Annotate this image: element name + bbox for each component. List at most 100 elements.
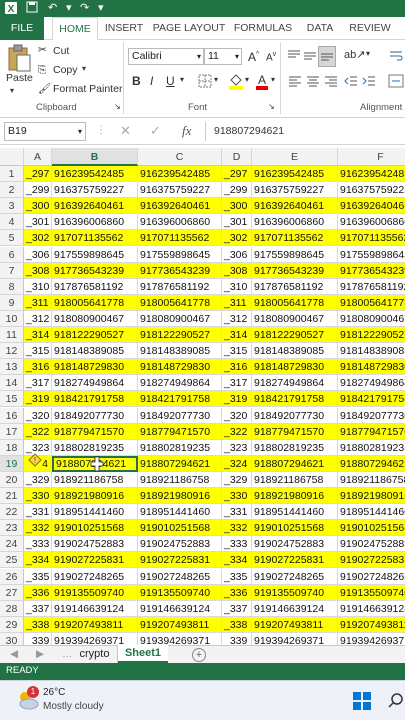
cell-e28[interactable]: 919146639124 bbox=[252, 601, 338, 617]
cell-b14[interactable]: 918274949864 bbox=[52, 375, 138, 391]
cell-f3[interactable]: 916392640461 bbox=[338, 198, 405, 214]
tab-review[interactable]: REVIEW bbox=[346, 17, 394, 40]
cell-e24[interactable]: 919024752883 bbox=[252, 536, 338, 552]
cell-f5[interactable]: 917071135562 bbox=[338, 230, 405, 246]
column-header-e[interactable]: E bbox=[252, 148, 338, 166]
cell-f10[interactable]: 918080900467 bbox=[338, 311, 405, 327]
cell-e10[interactable]: 918080900467 bbox=[252, 311, 338, 327]
fill-color-dropdown-icon[interactable]: ▾ bbox=[245, 75, 249, 84]
cell-a29[interactable]: _338 bbox=[24, 617, 52, 633]
cell-f14[interactable]: 918274949864 bbox=[338, 375, 405, 391]
row-header[interactable]: 15 bbox=[0, 391, 24, 407]
search-icon[interactable] bbox=[388, 691, 404, 714]
cell-b21[interactable]: 918921980916 bbox=[52, 488, 138, 504]
increase-indent-icon[interactable] bbox=[362, 74, 376, 91]
cell-a9[interactable]: _311 bbox=[24, 295, 52, 311]
cell-b29[interactable]: 919207493811 bbox=[52, 617, 138, 633]
cell-a5[interactable]: _302 bbox=[24, 230, 52, 246]
cell-e9[interactable]: 918005641778 bbox=[252, 295, 338, 311]
cell-b25[interactable]: 919027225831 bbox=[52, 552, 138, 568]
tab-insert[interactable]: INSERT bbox=[102, 17, 146, 40]
cell-a11[interactable]: _314 bbox=[24, 327, 52, 343]
cell-a28[interactable]: _337 bbox=[24, 601, 52, 617]
cell-e29[interactable]: 919207493811 bbox=[252, 617, 338, 633]
cell-e4[interactable]: 916396006860 bbox=[252, 214, 338, 230]
weather-desc[interactable]: Mostly cloudy bbox=[43, 701, 104, 712]
select-all-corner[interactable] bbox=[0, 148, 24, 166]
align-top-icon[interactable] bbox=[286, 48, 302, 67]
cell-d11[interactable]: _314 bbox=[222, 327, 252, 343]
italic-button[interactable]: I bbox=[150, 74, 153, 88]
row-header[interactable]: 14 bbox=[0, 375, 24, 391]
copy-button[interactable]: Copy bbox=[53, 64, 78, 76]
cell-e21[interactable]: 918921980916 bbox=[252, 488, 338, 504]
cell-d18[interactable]: _323 bbox=[222, 440, 252, 456]
insert-function-button[interactable]: fx bbox=[182, 123, 191, 139]
row-header[interactable]: 22 bbox=[0, 504, 24, 520]
column-header-b[interactable]: B bbox=[52, 148, 138, 166]
cell-a4[interactable]: _301 bbox=[24, 214, 52, 230]
cell-e8[interactable]: 917876581192 bbox=[252, 279, 338, 295]
cell-b3[interactable]: 916392640461 bbox=[52, 198, 138, 214]
cell-a23[interactable]: _332 bbox=[24, 520, 52, 536]
cell-f21[interactable]: 918921980916 bbox=[338, 488, 405, 504]
row-header[interactable]: 5 bbox=[0, 230, 24, 246]
cell-b15[interactable]: 918421791758 bbox=[52, 391, 138, 407]
cell-b13[interactable]: 918148729830 bbox=[52, 359, 138, 375]
cell-e25[interactable]: 919027225831 bbox=[252, 552, 338, 568]
cell-b24[interactable]: 919024752883 bbox=[52, 536, 138, 552]
cell-d20[interactable]: _329 bbox=[222, 472, 252, 488]
cell-f13[interactable]: 918148729830 bbox=[338, 359, 405, 375]
cell-f23[interactable]: 919010251568 bbox=[338, 520, 405, 536]
cell-d4[interactable]: _301 bbox=[222, 214, 252, 230]
cell-b17[interactable]: 918779471570 bbox=[52, 424, 138, 440]
cell-f2[interactable]: 916375759227 bbox=[338, 182, 405, 198]
underline-dropdown-icon[interactable]: ▾ bbox=[180, 75, 184, 84]
cell-d21[interactable]: _330 bbox=[222, 488, 252, 504]
borders-dropdown-icon[interactable]: ▾ bbox=[214, 75, 218, 84]
row-header[interactable]: 17 bbox=[0, 424, 24, 440]
cell-d12[interactable]: _315 bbox=[222, 343, 252, 359]
cell-e5[interactable]: 917071135562 bbox=[252, 230, 338, 246]
cell-d3[interactable]: _300 bbox=[222, 198, 252, 214]
cell-c2[interactable]: 916375759227 bbox=[138, 182, 222, 198]
column-header-f[interactable]: F bbox=[338, 148, 405, 166]
customize-icon[interactable]: ▾ bbox=[98, 1, 104, 16]
row-header[interactable]: 19 bbox=[0, 456, 24, 472]
cell-f1[interactable]: 916239542485 bbox=[338, 166, 405, 182]
cell-a15[interactable]: _319 bbox=[24, 391, 52, 407]
align-right-icon[interactable] bbox=[324, 74, 338, 91]
font-color-dropdown-icon[interactable]: ▾ bbox=[271, 75, 275, 84]
cell-b6[interactable]: 917559898645 bbox=[52, 247, 138, 263]
cell-c10[interactable]: 918080900467 bbox=[138, 311, 222, 327]
cell-c29[interactable]: 919207493811 bbox=[138, 617, 222, 633]
row-header[interactable]: 11 bbox=[0, 327, 24, 343]
cell-a7[interactable]: _308 bbox=[24, 263, 52, 279]
cell-c27[interactable]: 919135509740 bbox=[138, 585, 222, 601]
cell-b4[interactable]: 916396006860 bbox=[52, 214, 138, 230]
copy-dropdown-icon[interactable]: ▾ bbox=[82, 64, 86, 73]
cell-c23[interactable]: 919010251568 bbox=[138, 520, 222, 536]
row-header[interactable]: 12 bbox=[0, 343, 24, 359]
cell-b9[interactable]: 918005641778 bbox=[52, 295, 138, 311]
row-header[interactable]: 25 bbox=[0, 552, 24, 568]
cell-c4[interactable]: 916396006860 bbox=[138, 214, 222, 230]
decrease-indent-icon[interactable] bbox=[344, 74, 358, 91]
cell-c21[interactable]: 918921980916 bbox=[138, 488, 222, 504]
cell-c16[interactable]: 918492077730 bbox=[138, 408, 222, 424]
cell-d14[interactable]: _317 bbox=[222, 375, 252, 391]
cell-c26[interactable]: 919027248265 bbox=[138, 569, 222, 585]
cell-f12[interactable]: 918148389085 bbox=[338, 343, 405, 359]
cell-b10[interactable]: 918080900467 bbox=[52, 311, 138, 327]
cell-a21[interactable]: _330 bbox=[24, 488, 52, 504]
cell-a13[interactable]: _316 bbox=[24, 359, 52, 375]
row-header[interactable]: 23 bbox=[0, 520, 24, 536]
windows-start-icon[interactable] bbox=[352, 691, 372, 714]
cell-f29[interactable]: 919207493811 bbox=[338, 617, 405, 633]
name-box[interactable]: B19 ▾ bbox=[4, 122, 86, 141]
cell-f25[interactable]: 919027225831 bbox=[338, 552, 405, 568]
cell-c25[interactable]: 919027225831 bbox=[138, 552, 222, 568]
row-header[interactable]: 21 bbox=[0, 488, 24, 504]
formula-input[interactable]: 918807294621 bbox=[205, 122, 405, 141]
cell-a27[interactable]: _336 bbox=[24, 585, 52, 601]
